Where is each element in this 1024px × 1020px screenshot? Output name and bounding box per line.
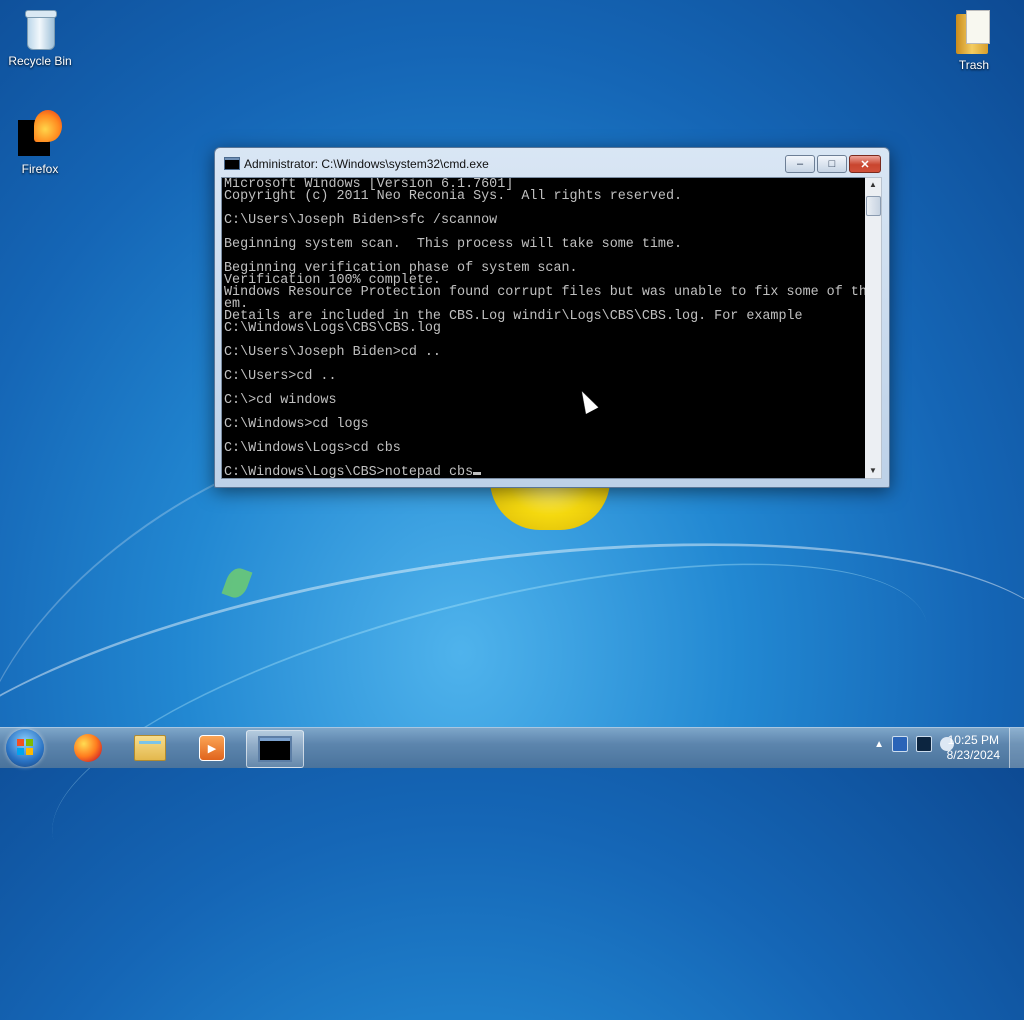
system-tray: ▲ bbox=[874, 736, 954, 752]
start-button[interactable] bbox=[6, 729, 44, 767]
close-button[interactable]: ✕ bbox=[849, 155, 881, 173]
media-player-icon: ▶ bbox=[199, 735, 225, 761]
minimize-button[interactable]: – bbox=[785, 155, 815, 173]
maximize-button[interactable]: □ bbox=[817, 155, 847, 173]
desktop-icon-trash[interactable]: Trash bbox=[934, 8, 1014, 72]
scroll-up-arrow-icon[interactable]: ▲ bbox=[865, 178, 881, 192]
file-explorer-icon bbox=[134, 735, 166, 761]
windows-logo-icon bbox=[17, 739, 33, 755]
vertical-scrollbar[interactable]: ▲ ▼ bbox=[865, 177, 882, 479]
text-cursor bbox=[473, 472, 482, 475]
taskbar-firefox[interactable] bbox=[60, 730, 116, 766]
console-input-line[interactable]: C:\Windows\Logs\CBS>notepad cbs bbox=[224, 465, 473, 478]
taskbar: ▶ ▲ 10:25 PM 8/23/2024 bbox=[0, 727, 1024, 768]
console-output[interactable]: Microsoft Windows [Version 6.1.7601] Cop… bbox=[221, 177, 866, 479]
action-center-icon[interactable] bbox=[892, 736, 908, 752]
show-desktop-button[interactable] bbox=[1009, 728, 1024, 768]
console-text: Microsoft Windows [Version 6.1.7601] Cop… bbox=[224, 177, 866, 479]
network-icon[interactable] bbox=[916, 736, 932, 752]
wallpaper-leaf bbox=[221, 565, 253, 601]
clock-date: 8/23/2024 bbox=[946, 748, 1000, 762]
clock-time: 10:25 PM bbox=[947, 733, 999, 747]
window-title: Administrator: C:\Windows\system32\cmd.e… bbox=[244, 157, 489, 171]
clock[interactable]: 10:25 PM 8/23/2024 bbox=[947, 733, 1000, 763]
taskbar-cmd[interactable] bbox=[246, 730, 304, 768]
cmd-window[interactable]: Administrator: C:\Windows\system32\cmd.e… bbox=[214, 147, 890, 488]
scroll-down-arrow-icon[interactable]: ▼ bbox=[865, 464, 881, 478]
taskbar-file-explorer[interactable] bbox=[122, 730, 178, 766]
desktop-icon-label: Recycle Bin bbox=[8, 54, 72, 68]
trash-folder-icon bbox=[954, 8, 994, 54]
desktop-icon-recycle-bin[interactable]: Recycle Bin bbox=[0, 8, 80, 68]
desktop-icon-label: Trash bbox=[958, 58, 990, 72]
cmd-icon bbox=[258, 736, 292, 762]
window-titlebar[interactable]: Administrator: C:\Windows\system32\cmd.e… bbox=[215, 148, 889, 176]
recycle-bin-icon bbox=[23, 8, 57, 50]
scrollbar-thumb[interactable] bbox=[866, 196, 881, 216]
taskbar-media-player[interactable]: ▶ bbox=[184, 730, 240, 766]
desktop-icon-label: Firefox bbox=[21, 162, 59, 176]
cmd-icon bbox=[224, 157, 240, 170]
tray-expand-icon[interactable]: ▲ bbox=[874, 739, 884, 750]
desktop-icon-firefox[interactable]: Firefox bbox=[0, 110, 80, 176]
firefox-icon bbox=[74, 734, 102, 762]
firefox-icon bbox=[16, 110, 64, 158]
